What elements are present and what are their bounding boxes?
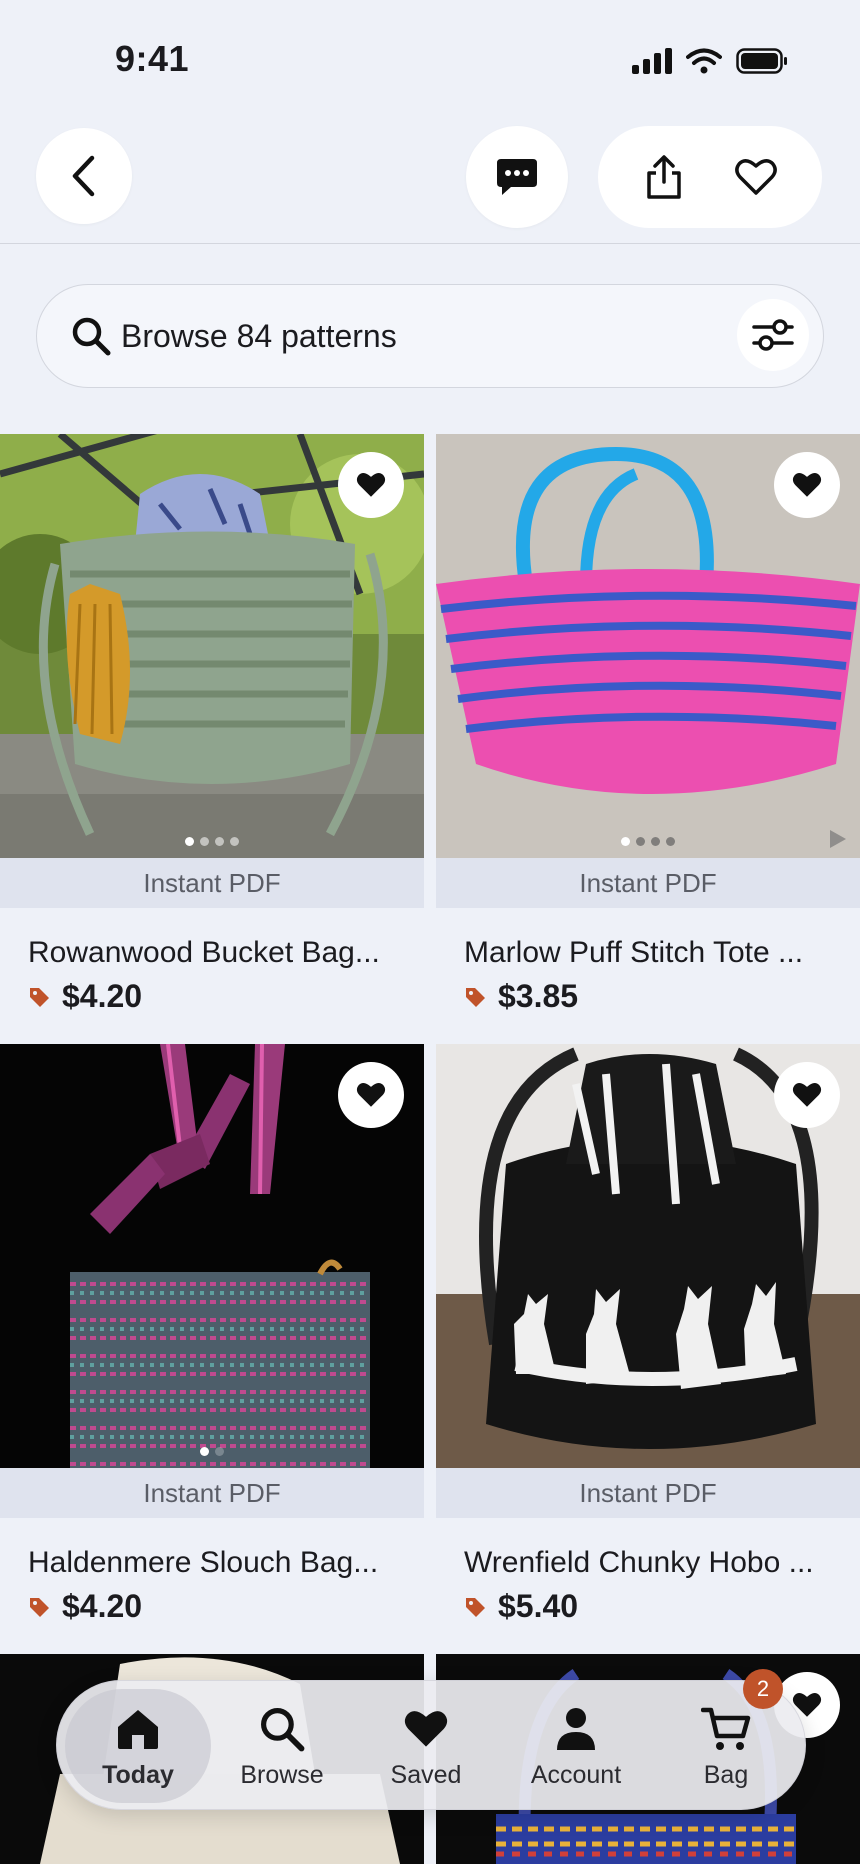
heart-filled-icon (356, 473, 386, 497)
filter-button[interactable] (737, 299, 809, 371)
play-icon (830, 830, 846, 848)
product-card[interactable]: Instant PDF Haldenmere Slouch Bag... $4.… (0, 1044, 424, 1625)
price-tag-icon (466, 987, 485, 1007)
share-icon (647, 155, 681, 199)
pager-dot (621, 837, 630, 846)
format-badge: Instant PDF (436, 1468, 860, 1518)
heart-filled-icon (792, 473, 822, 497)
pager-dot (185, 837, 194, 846)
cellular-signal-icon (632, 48, 672, 74)
product-title: Haldenmere Slouch Bag... (28, 1546, 379, 1579)
status-bar: 9:41 (0, 0, 860, 110)
favorite-button[interactable] (338, 1062, 404, 1128)
product-price: $4.20 (0, 1588, 424, 1625)
tab-label: Browse (240, 1760, 324, 1789)
format-badge: Instant PDF (0, 1468, 424, 1518)
image-pager-dots (0, 837, 424, 846)
pager-dot (215, 1447, 224, 1456)
price-tag-icon (30, 987, 49, 1007)
favorite-button[interactable] (774, 1062, 840, 1128)
battery-icon (736, 48, 787, 74)
image-pager-dots (436, 837, 860, 846)
product-image[interactable] (0, 434, 424, 858)
product-title: Marlow Puff Stitch Tote ... (464, 936, 804, 969)
person-icon (555, 1703, 597, 1755)
cart-icon (701, 1703, 751, 1755)
sliders-icon (752, 319, 794, 351)
price-value: $5.40 (498, 1588, 579, 1624)
tab-label: Account (530, 1760, 622, 1789)
chevron-left-icon (72, 155, 95, 197)
product-image[interactable] (436, 434, 860, 858)
price-value: $4.20 (62, 978, 143, 1014)
status-time: 9:41 (115, 38, 190, 79)
price-value: $4.20 (62, 1588, 143, 1624)
format-badge: Instant PDF (436, 858, 860, 908)
tab-browse[interactable]: Browse (207, 1681, 357, 1811)
message-button[interactable] (466, 126, 568, 228)
home-icon (115, 1703, 161, 1755)
pager-dot (636, 837, 645, 846)
share-button[interactable] (624, 137, 704, 217)
heart-filled-icon (356, 1083, 386, 1107)
tab-label: Saved (390, 1760, 462, 1789)
tab-bar: Today Browse Saved Account Bag 2 (56, 1669, 806, 1811)
image-pager-dots (0, 1447, 424, 1456)
pager-dot (215, 837, 224, 846)
pager-dot (200, 1447, 209, 1456)
tab-saved[interactable]: Saved (351, 1681, 501, 1811)
format-badge: Instant PDF (0, 858, 424, 908)
pager-dot (200, 837, 209, 846)
chat-bubble-icon (497, 159, 537, 195)
search-icon (72, 317, 111, 356)
tab-account[interactable]: Account (501, 1681, 651, 1811)
product-title: Rowanwood Bucket Bag... (28, 936, 380, 969)
product-image[interactable] (436, 1044, 860, 1468)
product-card[interactable]: Instant PDF Wrenfield Chunky Hobo ... $5… (436, 1044, 860, 1625)
product-price: $4.20 (0, 978, 424, 1015)
pager-dot (230, 837, 239, 846)
search-text: Browse 84 patterns (121, 317, 397, 354)
price-tag-icon (466, 1597, 485, 1617)
price-value: $3.85 (498, 978, 579, 1014)
wifi-icon (686, 48, 722, 74)
pager-dot (666, 837, 675, 846)
share-favorite-group (598, 126, 822, 228)
tab-today[interactable]: Today (63, 1681, 213, 1811)
tab-label: Today (102, 1760, 174, 1789)
favorite-button[interactable] (716, 137, 796, 217)
status-icons (632, 48, 788, 74)
product-image[interactable] (0, 1044, 424, 1468)
top-nav (0, 120, 860, 244)
bag-count-badge: 2 (743, 1669, 783, 1709)
pager-dot (651, 837, 660, 846)
heart-outline-icon (735, 159, 777, 195)
product-card[interactable]: Instant PDF Marlow Puff Stitch Tote ... … (436, 434, 860, 1015)
favorite-button[interactable] (774, 452, 840, 518)
product-price: $3.85 (436, 978, 860, 1015)
price-tag-icon (30, 1597, 49, 1617)
product-price: $5.40 (436, 1588, 860, 1625)
product-card[interactable]: Instant PDF Rowanwood Bucket Bag... $4.2… (0, 434, 424, 1015)
search-bar[interactable]: Browse 84 patterns (36, 284, 824, 388)
search-icon (259, 1703, 305, 1755)
heart-filled-icon (792, 1083, 822, 1107)
heart-filled-icon (402, 1703, 450, 1755)
favorite-button[interactable] (338, 452, 404, 518)
tab-label: Bag (703, 1760, 749, 1789)
product-title: Wrenfield Chunky Hobo ... (464, 1546, 814, 1579)
back-button[interactable] (36, 128, 132, 224)
